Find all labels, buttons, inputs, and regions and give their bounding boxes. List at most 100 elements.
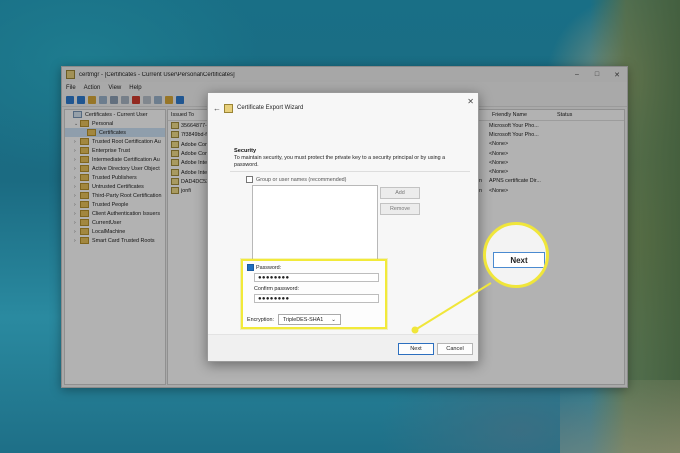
zoomed-next-button: Next [493, 252, 545, 268]
up-folder-icon[interactable] [88, 95, 96, 104]
folder-icon [80, 174, 89, 181]
back-icon[interactable] [66, 95, 74, 104]
issued-to-text: Adobe Cont [181, 141, 210, 148]
section-description: To maintain security, you must protect t… [234, 155, 446, 168]
menu-action[interactable]: Action [84, 85, 101, 91]
folder-icon [80, 138, 89, 145]
next-zoom-callout: Next [483, 222, 549, 288]
add-button[interactable]: Add [380, 187, 420, 199]
certificate-icon [171, 159, 179, 167]
back-arrow-icon[interactable]: ← [210, 104, 224, 113]
tree-item[interactable]: Certificates - Current User [65, 110, 165, 119]
cancel-button[interactable]: Cancel [437, 343, 473, 355]
wizard-footer: Next Cancel [208, 334, 478, 361]
tree-item-label: Active Directory User Object [92, 165, 160, 172]
forward-icon[interactable] [77, 95, 85, 104]
wizard-header: ← Certificate Export Wizard [208, 93, 478, 123]
col-status[interactable]: Status [554, 112, 597, 118]
folder-icon [80, 192, 89, 199]
folder-icon [80, 237, 89, 244]
confirm-password-field[interactable]: ●●●●●●●● [254, 294, 379, 303]
close-window-icon[interactable]: ✕ [607, 71, 627, 79]
checkbox-icon [246, 176, 253, 183]
confirm-password-label: Confirm password: [254, 286, 299, 292]
tree-item[interactable]: › Untrusted Certificates [65, 182, 165, 191]
delete-icon[interactable] [132, 95, 140, 104]
tree-item-label: LocalMachine [92, 228, 126, 235]
folder-icon [80, 165, 89, 172]
tree-item-label: Trusted People [92, 201, 129, 208]
tree-item-label: CurrentUser [92, 219, 122, 226]
group-checkbox[interactable]: Group or user names (recommended) [246, 176, 346, 183]
maximize-icon[interactable]: □ [587, 71, 607, 78]
issued-to-text: Adobe Inter [181, 160, 209, 167]
menu-help[interactable]: Help [129, 85, 141, 91]
show-tree-icon[interactable] [99, 95, 107, 104]
friendly-name-cell: <None> [489, 169, 509, 176]
certificate-icon [171, 177, 179, 185]
friendly-name-cell: <None> [489, 159, 509, 166]
issued-to-text: jonfi [181, 188, 191, 195]
tree-item[interactable]: › Smart Card Trusted Roots [65, 236, 165, 245]
certificate-icon [171, 168, 179, 176]
tree-item[interactable]: › Third-Party Root Certification [65, 191, 165, 200]
folder-icon [73, 111, 82, 118]
group-checkbox-label: Group or user names (recommended) [256, 176, 347, 183]
col-friendly-name[interactable]: Friendly Name [489, 112, 554, 118]
window-titlebar: certmgr - [Certificates - Current User\P… [62, 67, 627, 82]
certificate-icon [171, 187, 179, 195]
tree-item-label: Trusted Publishers [92, 174, 137, 181]
help-icon[interactable] [176, 95, 184, 104]
refresh-icon[interactable] [154, 95, 162, 104]
certificate-icon [224, 103, 233, 113]
certificate-export-wizard: ← Certificate Export Wizard ✕ Security T… [207, 92, 479, 362]
tree-item[interactable]: › Trusted Publishers [65, 173, 165, 182]
tree-item[interactable]: ⌄ Personal [65, 119, 165, 128]
app-icon [66, 70, 75, 79]
tree-item-label: Enterprise Trust [92, 147, 131, 154]
tree-item[interactable]: › CurrentUser [65, 218, 165, 227]
tree-item-label: Certificates [99, 129, 126, 136]
tree-item-label: Intermediate Certification Au [92, 156, 160, 163]
copy-icon[interactable] [121, 95, 129, 104]
wizard-title: Certificate Export Wizard [237, 105, 304, 111]
tree-item-label: Client Authentication Issuers [92, 210, 161, 217]
cut-icon[interactable] [110, 95, 118, 104]
menu-view[interactable]: View [108, 85, 121, 91]
export-list-icon[interactable] [165, 95, 173, 104]
close-icon[interactable]: ✕ [467, 97, 474, 106]
password-label: Password: [256, 264, 282, 271]
tree-item[interactable]: › Trusted People [65, 200, 165, 209]
tree-item-label: Third-Party Root Certification [92, 192, 162, 199]
window-title: certmgr - [Certificates - Current User\P… [79, 71, 235, 78]
friendly-name-cell: <None> [489, 187, 509, 194]
folder-icon [87, 129, 96, 136]
tree-item[interactable]: Certificates [65, 128, 165, 137]
encryption-select[interactable]: TripleDES-SHA1 ⌄ [277, 314, 341, 325]
tree-item[interactable]: › Trusted Root Certification Au [65, 137, 165, 146]
tree-item-label: Certificates - Current User [85, 111, 148, 118]
certificate-icon [171, 150, 179, 158]
properties-icon[interactable] [143, 95, 151, 104]
minimize-icon[interactable]: – [567, 71, 587, 78]
tree-item[interactable]: › LocalMachine [65, 227, 165, 236]
tree-item[interactable]: › Enterprise Trust [65, 146, 165, 155]
certificate-icon [171, 122, 179, 130]
password-checkbox[interactable]: Password: [247, 264, 281, 271]
folder-icon [80, 201, 89, 208]
next-button[interactable]: Next [398, 343, 434, 355]
certificate-icon [171, 140, 179, 148]
tree-item-label: Smart Card Trusted Roots [92, 237, 155, 244]
remove-button[interactable]: Remove [380, 203, 420, 215]
divider [230, 171, 470, 172]
menu-file[interactable]: File [66, 85, 76, 91]
friendly-name-cell: Microsoft Your Pho... [489, 122, 539, 129]
tree-item[interactable]: › Client Authentication Issuers [65, 209, 165, 218]
tree-item[interactable]: › Intermediate Certification Au [65, 155, 165, 164]
certificate-icon [171, 131, 179, 139]
tree-item[interactable]: › Active Directory User Object [65, 164, 165, 173]
checked-icon [247, 264, 254, 271]
password-field[interactable]: ●●●●●●●● [254, 273, 379, 282]
friendly-name-cell: <None> [489, 150, 509, 157]
tree-item-label: Personal [92, 120, 114, 127]
